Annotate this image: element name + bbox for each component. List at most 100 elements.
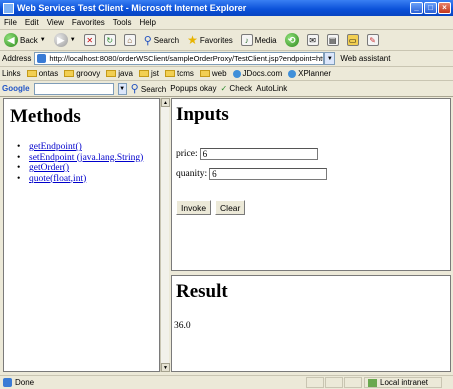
globe-icon [232, 69, 241, 78]
link-web[interactable]: web [199, 69, 227, 78]
history-icon: ⟲ [284, 33, 299, 47]
link-xplanner[interactable]: XPlanner [288, 69, 331, 78]
print-button[interactable]: ▤ [325, 32, 341, 49]
invoke-button[interactable]: Invoke [176, 200, 212, 215]
methods-frame: Methods getEndpoint() setEndpoint (java.… [3, 98, 160, 372]
methods-list: getEndpoint() setEndpoint (java.lang.Str… [17, 142, 143, 185]
menu-tools[interactable]: Tools [113, 18, 132, 27]
google-logo[interactable]: Google [2, 84, 30, 93]
forward-button[interactable]: ▶ ▼ [52, 32, 78, 49]
spell-check-button[interactable]: ✓ Check [220, 84, 252, 93]
search-icon: ⚲ [143, 34, 152, 47]
link-jdocs[interactable]: JDocs.com [232, 69, 282, 78]
home-button[interactable]: ⌂ [122, 32, 138, 49]
page-done-icon [3, 378, 12, 387]
maximize-button[interactable]: □ [424, 2, 437, 14]
mail-icon: ✉ [306, 34, 319, 46]
globe-icon [288, 69, 297, 78]
scroll-down-icon[interactable]: ▼ [161, 363, 170, 372]
link-groovy[interactable]: groovy [64, 69, 100, 78]
folder-icon [164, 70, 175, 78]
folder-icon [138, 70, 149, 78]
quantity-label: quanity: [176, 169, 208, 179]
menu-help[interactable]: Help [139, 18, 155, 27]
minimize-button[interactable]: _ [410, 2, 423, 14]
page-content: Methods getEndpoint() setEndpoint (java.… [0, 98, 453, 374]
back-button[interactable]: ◀ Back ▼ [2, 32, 48, 49]
security-zone: Local intranet [364, 377, 442, 388]
refresh-icon: ↻ [103, 34, 116, 46]
methods-scrollbar[interactable]: ▲ ▼ [160, 98, 170, 372]
stop-icon: ✕ [83, 34, 96, 46]
back-arrow-icon: ◀ [4, 33, 18, 47]
result-frame: Result 36.0 [171, 275, 451, 372]
form-buttons: Invoke Clear [176, 200, 246, 215]
window-title: Web Services Test Client - Microsoft Int… [17, 3, 247, 13]
google-search-input[interactable] [33, 82, 114, 95]
quantity-input[interactable] [209, 168, 328, 180]
menu-bar: File Edit View Favorites Tools Help [0, 16, 453, 30]
address-label: Address [2, 54, 32, 63]
methods-heading: Methods [10, 106, 81, 127]
inputs-frame: Inputs price: quanity: Invoke Clear [171, 98, 451, 271]
refresh-button[interactable]: ↻ [102, 32, 118, 49]
list-item: getEndpoint() [17, 142, 143, 153]
folder-icon [26, 70, 37, 78]
web-assistant-link[interactable]: Web assistant [340, 54, 390, 63]
link-tcms[interactable]: tcms [164, 69, 194, 78]
menu-favorites[interactable]: Favorites [72, 18, 105, 27]
history-button[interactable]: ⟲ [283, 32, 301, 49]
address-input[interactable]: http://localhost:8080/orderWSClient/samp… [34, 52, 325, 65]
method-link-getendpoint[interactable]: getEndpoint() [29, 142, 82, 152]
toolbar: ◀ Back ▼ ▶ ▼ ✕ ↻ ⌂ ⚲ Search ★ Favorites … [0, 30, 453, 51]
clear-button[interactable]: Clear [215, 200, 246, 215]
menu-edit[interactable]: Edit [25, 18, 39, 27]
menu-file[interactable]: File [4, 18, 17, 27]
home-icon: ⌂ [123, 34, 136, 46]
status-segment [325, 377, 343, 388]
menu-view[interactable]: View [47, 18, 64, 27]
link-ontas[interactable]: ontas [26, 69, 58, 78]
favorites-star-icon: ★ [187, 33, 198, 47]
search-icon: ⚲ [130, 83, 139, 95]
status-text: Done [15, 378, 35, 387]
google-search-button[interactable]: ⚲ Search [131, 82, 167, 95]
links-label: Links [2, 69, 21, 78]
page-icon [37, 54, 47, 63]
scroll-up-icon[interactable]: ▲ [161, 98, 170, 107]
list-item: quote(float,int) [17, 174, 143, 185]
address-dropdown-icon[interactable]: ▼ [324, 52, 336, 65]
media-icon: ♪ [240, 34, 253, 46]
result-value: 36.0 [174, 321, 191, 331]
google-dropdown-icon[interactable]: ▼ [117, 82, 127, 95]
status-bar: Done Local intranet [0, 375, 453, 389]
list-item: setEndpoint (java.lang.String) [17, 153, 143, 164]
method-link-quote[interactable]: quote(float,int) [29, 174, 86, 184]
folder-icon [106, 70, 117, 78]
price-input[interactable] [199, 148, 318, 160]
edit-button[interactable]: ▭ [345, 32, 361, 49]
inputs-heading: Inputs [176, 104, 229, 125]
close-button[interactable]: × [438, 2, 451, 14]
link-jst[interactable]: jst [138, 69, 159, 78]
link-java[interactable]: java [106, 69, 133, 78]
links-bar: Links ontas groovy java jst tcms web JDo… [0, 67, 453, 81]
media-button[interactable]: ♪ Media [239, 32, 279, 49]
discuss-button[interactable]: ✎ [365, 32, 381, 49]
folder-icon [199, 70, 210, 78]
forward-arrow-icon: ▶ [53, 33, 68, 47]
print-icon: ▤ [326, 34, 339, 46]
stop-button[interactable]: ✕ [82, 32, 98, 49]
folder-icon: ▭ [346, 34, 359, 46]
price-label: price: [176, 149, 198, 159]
result-heading: Result [176, 281, 228, 302]
method-link-getorder[interactable]: getOrder() [29, 163, 69, 173]
favorites-button[interactable]: ★ Favorites [185, 32, 235, 49]
method-link-setendpoint[interactable]: setEndpoint (java.lang.String) [29, 153, 143, 163]
popup-blocker-button[interactable]: Popups okay [170, 84, 216, 93]
autolink-button[interactable]: AutoLink [256, 84, 287, 93]
list-item: getOrder() [17, 163, 143, 174]
price-row: price: [176, 148, 318, 160]
search-button[interactable]: ⚲ Search [142, 32, 181, 49]
mail-button[interactable]: ✉ [305, 32, 321, 49]
